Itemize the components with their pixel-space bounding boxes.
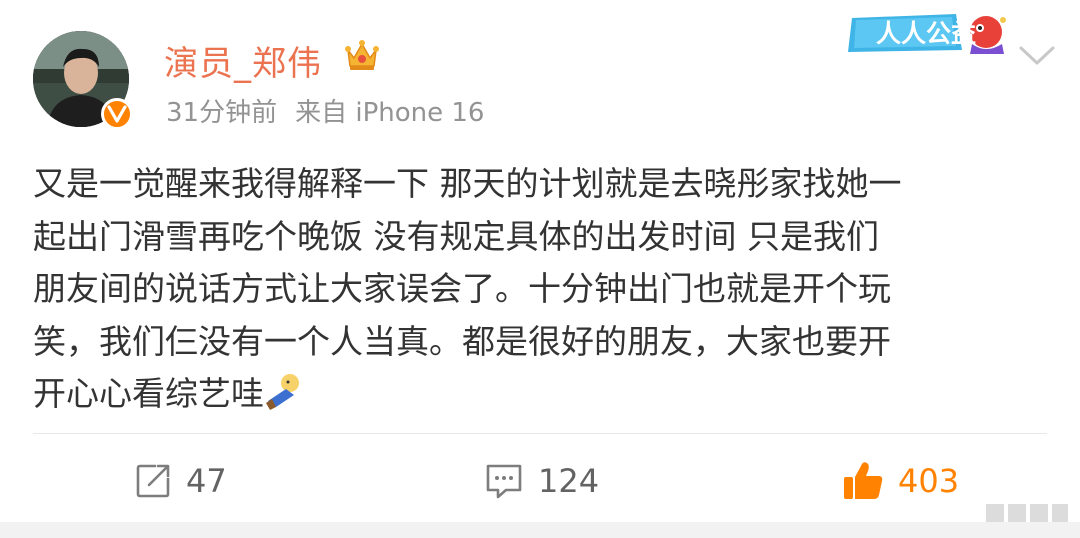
repost-icon <box>136 464 170 498</box>
content-line-last: 开心心看综艺哇 <box>33 368 1043 421</box>
content-line: 笑，我们仨没有一个人当真。都是很好的朋友，大家也要开 <box>33 321 891 361</box>
bottom-strip <box>0 522 1080 538</box>
chevron-down-icon[interactable] <box>1018 44 1056 68</box>
repost-button[interactable]: 47 <box>134 458 227 504</box>
like-button[interactable]: 403 <box>842 458 959 504</box>
weibo-post-card: 演员_郑伟 31分钟前 来自 iPhone 16 人人公益 又是一觉醒来我得解释一… <box>0 0 1080 538</box>
content-line: 起出门滑雪再吃个晚饭 没有规定具体的出发时间 只是我们 <box>33 216 879 256</box>
content-line: 朋友间的说话方式让大家误会了。十分钟出门也就是开个玩 <box>33 269 891 308</box>
post-source: 来自 iPhone 16 <box>295 98 485 128</box>
like-count: 403 <box>898 462 960 500</box>
comment-icon <box>486 464 522 499</box>
crown-icon <box>345 40 379 70</box>
post-time: 31分钟前 <box>166 98 278 128</box>
post-meta: 31分钟前 来自 iPhone 16 <box>166 92 484 129</box>
comment-count: 124 <box>538 462 600 500</box>
content-line: 开心心看综艺哇 <box>33 374 264 413</box>
author-name[interactable]: 演员_郑伟 <box>164 36 322 85</box>
divider <box>33 433 1047 434</box>
content-line: 又是一觉醒来我得解释一下 那天的计划就是去晓彤家找她一 <box>33 164 902 203</box>
verified-v-icon <box>101 98 133 130</box>
comment-button[interactable]: 124 <box>484 458 599 504</box>
watermark-icon <box>986 504 1068 522</box>
repost-count: 47 <box>186 462 227 500</box>
post-content: 又是一觉醒来我得解释一下 那天的计划就是去晓彤家找她一 起出门滑雪再吃个晚饭 没… <box>33 158 1043 421</box>
charity-badge-label: 人人公益 <box>876 19 977 48</box>
thumbs-up-icon <box>844 462 883 499</box>
doll-emoji-icon <box>266 374 299 410</box>
